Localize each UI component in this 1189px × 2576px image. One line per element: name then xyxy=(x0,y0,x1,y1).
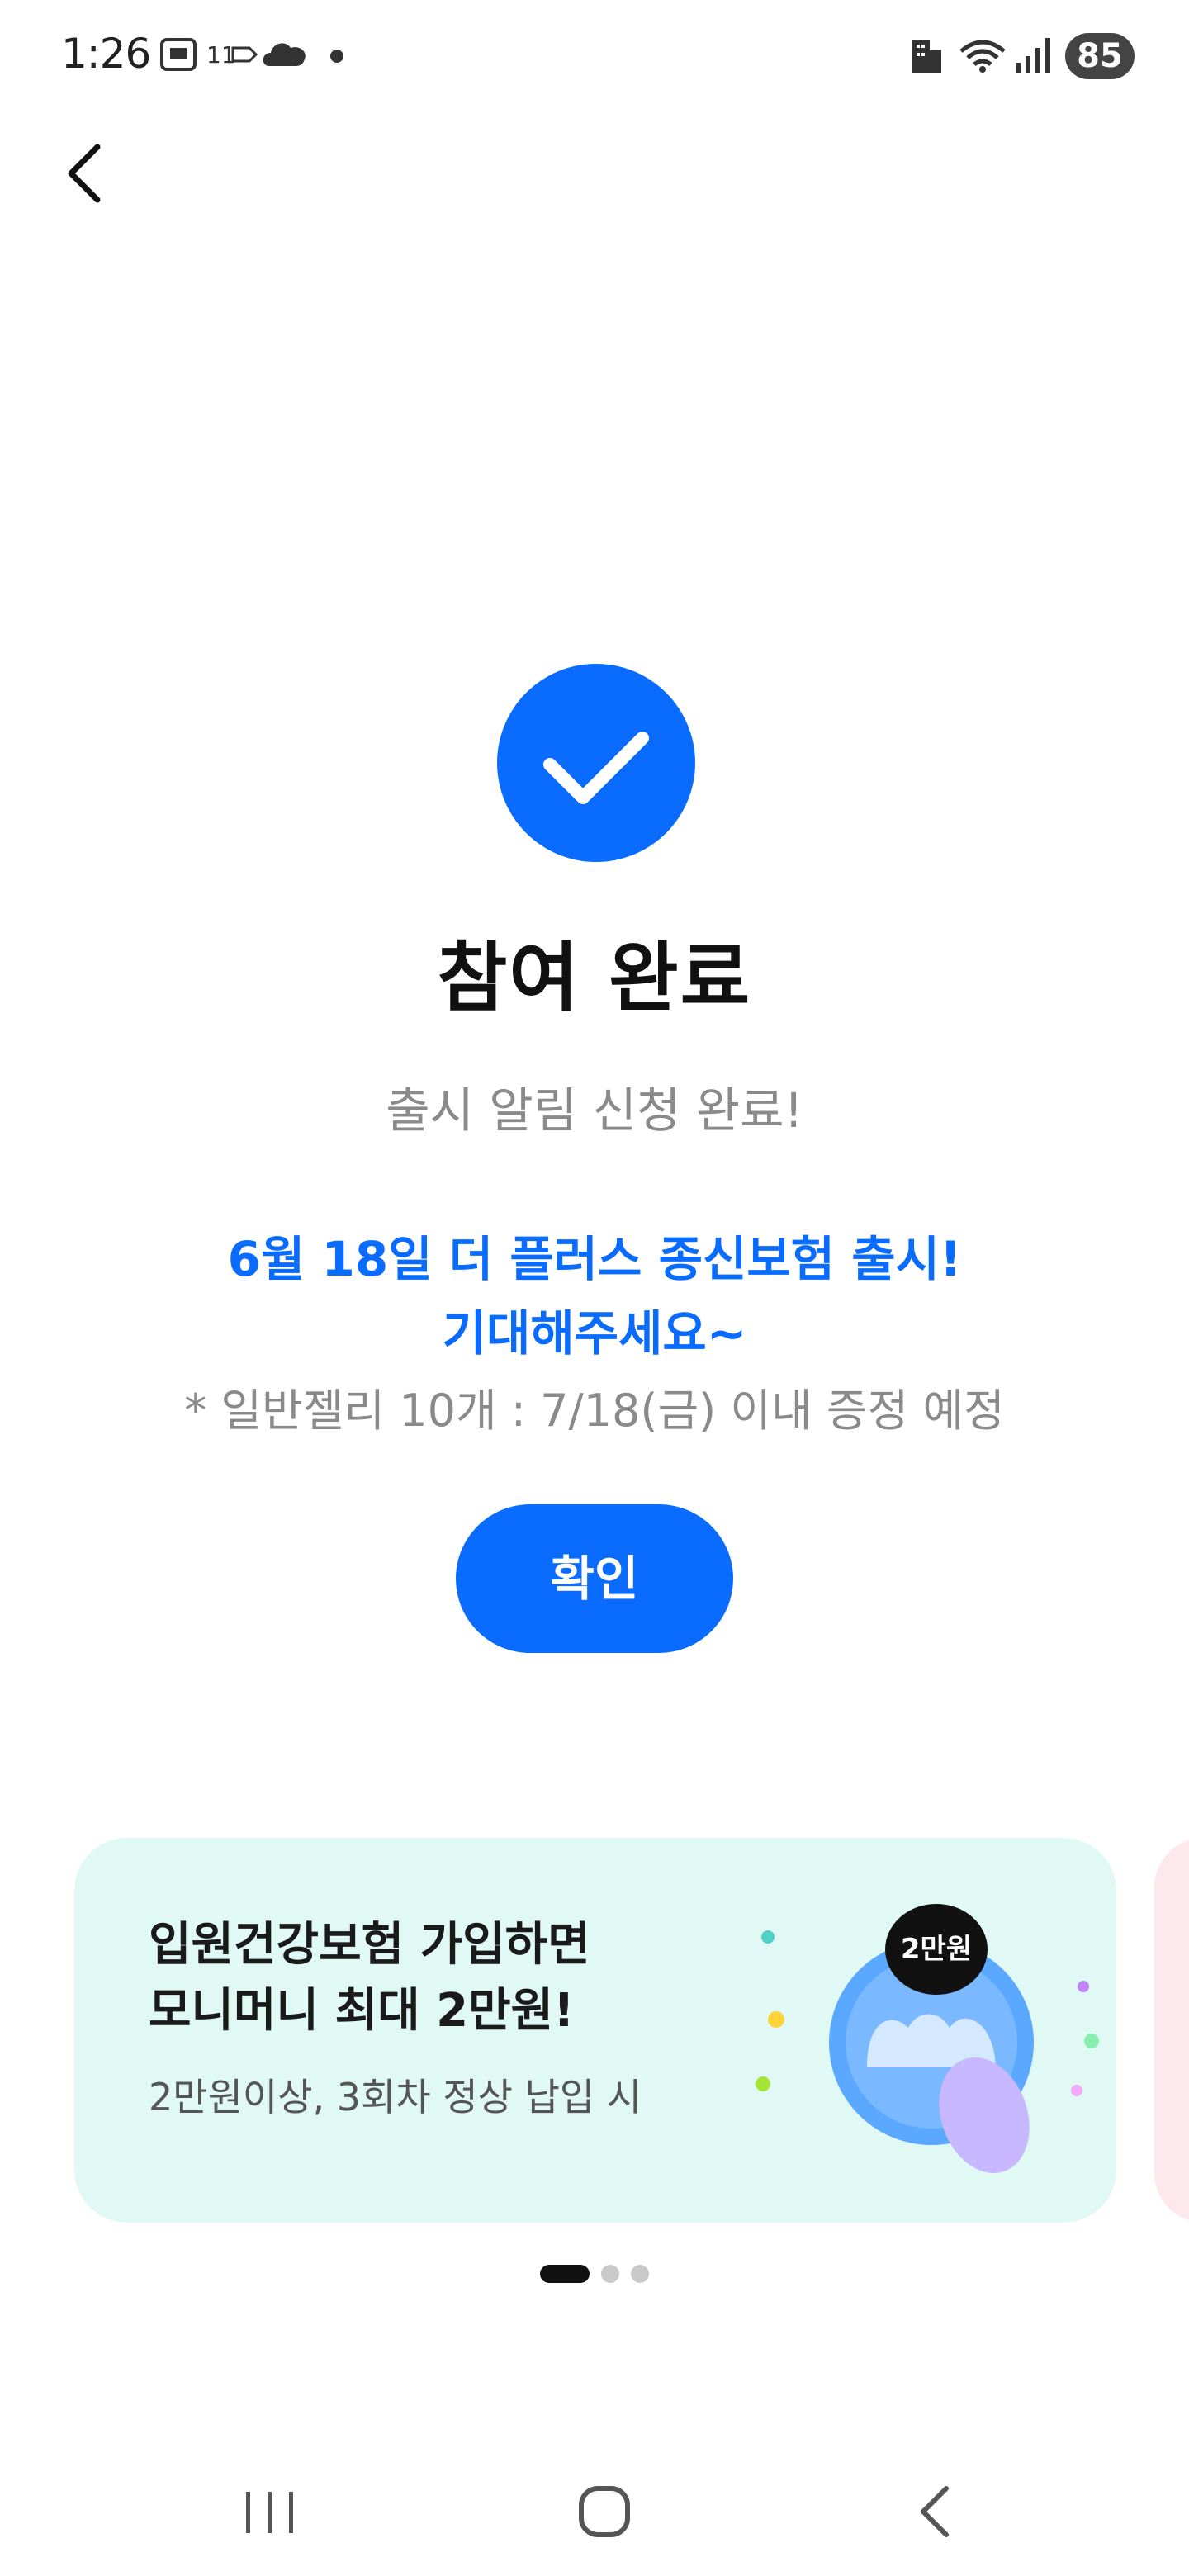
launch-line-1: 6월 18일 더 플러스 종신보험 출시! xyxy=(227,1231,962,1287)
banner-title-line-1: 입원건강보험 가입하면 xyxy=(149,1918,590,1972)
recent-apps-icon xyxy=(246,2492,293,2533)
status-bar: 1:26 11 85 xyxy=(0,0,1189,107)
promo-banner[interactable]: 입원건강보험 가입하면 모니머니 최대 2만원! 2만원이상, 3회차 정상 납… xyxy=(74,1838,1116,2223)
carousel-dot-active[interactable] xyxy=(540,2265,590,2283)
cloud-icon xyxy=(263,43,306,66)
system-nav-bar xyxy=(0,2444,1189,2576)
carousel-dot[interactable] xyxy=(601,2265,619,2283)
home-icon xyxy=(579,2486,630,2537)
network-11-icon: 11 xyxy=(206,41,258,69)
wifi-icon xyxy=(959,40,1006,73)
launch-announcement: 6월 18일 더 플러스 종신보험 출시! 기대해주세요~ xyxy=(0,1222,1189,1371)
confirm-button[interactable]: 확인 xyxy=(456,1504,733,1653)
result-subtitle: 출시 알림 신청 완료! xyxy=(386,1082,803,1139)
banner-title-line-2: 모니머니 최대 2만원! xyxy=(149,1984,575,2038)
banner-title: 입원건강보험 가입하면 모니머니 최대 2만원! xyxy=(149,1912,590,2044)
home-button[interactable] xyxy=(528,2444,677,2576)
screen: 1:26 11 85 참여 완료 출시 알림 신청 완료! 6월 18일 더 플… xyxy=(0,0,1189,2576)
next-banner-peek[interactable] xyxy=(1154,1838,1189,2223)
banner-subtitle: 2만원이상, 3회차 정상 납입 시 xyxy=(149,2075,642,2119)
svg-text:11: 11 xyxy=(206,41,236,69)
back-icon xyxy=(921,2486,949,2537)
check-icon xyxy=(543,732,649,804)
recent-apps-button[interactable] xyxy=(195,2444,343,2576)
page-title: 참여 완료 xyxy=(437,934,752,1022)
carousel-indicator xyxy=(540,2264,649,2284)
launch-line-2: 기대해주세요~ xyxy=(442,1305,747,1361)
building-icon xyxy=(912,40,941,73)
carousel-dot[interactable] xyxy=(631,2265,649,2283)
chevron-left-icon xyxy=(68,144,101,203)
status-time: 1:26 xyxy=(61,30,151,78)
dot-icon xyxy=(330,50,343,63)
signal-icon xyxy=(1016,38,1050,73)
reward-note: * 일반젤리 10개 : 7/18(금) 이내 증정 예정 xyxy=(184,1385,1005,1437)
battery-indicator: 85 xyxy=(1065,33,1135,79)
system-back-button[interactable] xyxy=(860,2444,1009,2576)
reward-badge: 2만원 xyxy=(885,1904,988,1995)
screenshot-icon xyxy=(160,38,197,71)
back-button[interactable] xyxy=(50,132,132,215)
success-badge xyxy=(497,664,695,862)
